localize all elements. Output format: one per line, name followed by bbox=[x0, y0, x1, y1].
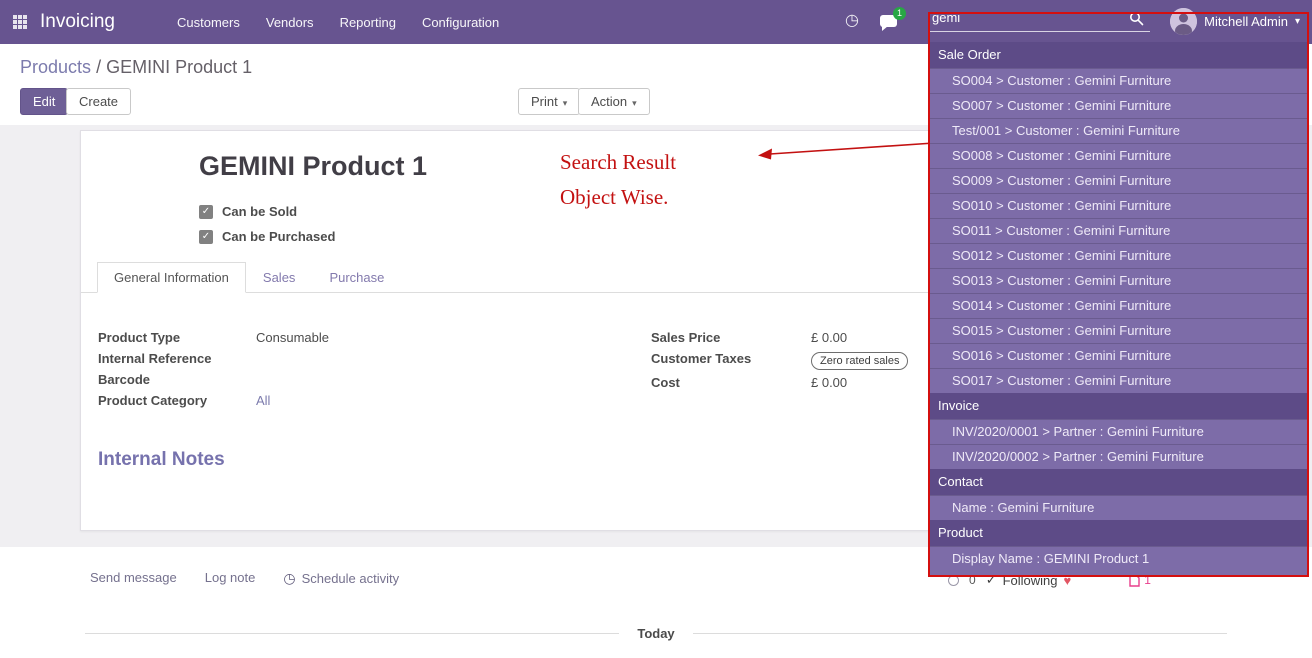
can-be-purchased-checkbox[interactable]: ✓ Can be Purchased bbox=[199, 229, 335, 244]
field-label: Customer Taxes bbox=[651, 351, 811, 370]
annotation-arrow bbox=[752, 136, 938, 164]
divider-line bbox=[693, 633, 1227, 634]
search-result-item[interactable]: SO004 > Customer : Gemini Furniture bbox=[930, 68, 1307, 93]
breadcrumb: Products / GEMINI Product 1 bbox=[20, 57, 252, 78]
message-count-badge: 1 bbox=[893, 7, 906, 20]
search-result-item[interactable]: INV/2020/0001 > Partner : Gemini Furnitu… bbox=[930, 419, 1307, 444]
action-dropdown-button[interactable]: Action▾ bbox=[578, 88, 650, 115]
search-icon[interactable] bbox=[1129, 11, 1144, 26]
today-label: Today bbox=[637, 626, 674, 641]
annotation-line-1: Search Result bbox=[560, 145, 676, 180]
search-result-item[interactable]: SO009 > Customer : Gemini Furniture bbox=[930, 168, 1307, 193]
search-result-item[interactable]: SO007 > Customer : Gemini Furniture bbox=[930, 93, 1307, 118]
search-result-item[interactable]: SO012 > Customer : Gemini Furniture bbox=[930, 243, 1307, 268]
search-result-item[interactable]: SO015 > Customer : Gemini Furniture bbox=[930, 318, 1307, 343]
left-field-group: Product Type Consumable Internal Referen… bbox=[98, 330, 568, 414]
user-name: Mitchell Admin bbox=[1204, 14, 1288, 29]
log-note-button[interactable]: Log note bbox=[205, 570, 256, 587]
chevron-down-icon: ▾ bbox=[1295, 16, 1300, 27]
apps-grid-icon[interactable] bbox=[13, 15, 27, 29]
field-label: Product Category bbox=[98, 393, 256, 409]
today-divider: Today bbox=[85, 626, 1227, 641]
breadcrumb-current: GEMINI Product 1 bbox=[106, 57, 252, 77]
breadcrumb-separator: / bbox=[96, 57, 101, 77]
field-label: Sales Price bbox=[651, 330, 811, 346]
group-header-sale-order: Sale Order bbox=[930, 42, 1307, 68]
menu-item-configuration[interactable]: Configuration bbox=[422, 15, 499, 30]
search-result-item[interactable]: Display Name : GEMINI Product 1 bbox=[930, 546, 1307, 571]
field-value: £ 0.00 bbox=[811, 330, 847, 346]
can-be-purchased-label: Can be Purchased bbox=[222, 229, 335, 244]
send-message-button[interactable]: Send message bbox=[90, 570, 177, 587]
can-be-sold-checkbox[interactable]: ✓ Can be Sold bbox=[199, 204, 297, 219]
search-result-item[interactable]: SO011 > Customer : Gemini Furniture bbox=[930, 218, 1307, 243]
edit-button[interactable]: Edit bbox=[20, 88, 68, 115]
activity-clock-icon[interactable]: ◷ bbox=[845, 13, 859, 29]
field-label: Barcode bbox=[98, 372, 256, 388]
search-result-item[interactable]: SO013 > Customer : Gemini Furniture bbox=[930, 268, 1307, 293]
global-search-input[interactable] bbox=[930, 8, 1150, 32]
create-button[interactable]: Create bbox=[66, 88, 131, 115]
tab-general-information[interactable]: General Information bbox=[97, 262, 246, 293]
annotation-line-2: Object Wise. bbox=[560, 180, 676, 215]
checkbox-checked-icon: ✓ bbox=[199, 230, 213, 244]
annotation-text: Search Result Object Wise. bbox=[560, 145, 676, 215]
menu-item-customers[interactable]: Customers bbox=[177, 15, 240, 30]
search-result-item[interactable]: INV/2020/0002 > Partner : Gemini Furnitu… bbox=[930, 444, 1307, 469]
breadcrumb-products-link[interactable]: Products bbox=[20, 57, 91, 77]
main-menu: Customers Vendors Reporting Configuratio… bbox=[177, 15, 499, 30]
follower-count: 0 bbox=[969, 573, 976, 587]
can-be-sold-label: Can be Sold bbox=[222, 204, 297, 219]
customer-tax-pill[interactable]: Zero rated sales bbox=[811, 352, 908, 370]
field-label: Internal Reference bbox=[98, 351, 256, 367]
notebook-tabs: General Information Sales Purchase bbox=[97, 262, 401, 293]
invoicing-app-window: Invoicing Customers Vendors Reporting Co… bbox=[0, 0, 1312, 658]
field-label: Product Type bbox=[98, 330, 256, 346]
schedule-activity-button[interactable]: ◷ Schedule activity bbox=[283, 570, 399, 587]
field-barcode: Barcode bbox=[98, 372, 568, 388]
field-internal-reference: Internal Reference bbox=[98, 351, 568, 367]
internal-notes-heading: Internal Notes bbox=[98, 449, 225, 471]
group-header-contact: Contact bbox=[930, 469, 1307, 495]
search-result-item[interactable]: SO016 > Customer : Gemini Furniture bbox=[930, 343, 1307, 368]
chevron-down-icon: ▾ bbox=[563, 98, 568, 108]
avatar bbox=[1170, 8, 1197, 35]
chatter-actions: Send message Log note ◷ Schedule activit… bbox=[90, 570, 399, 587]
attachment-icon bbox=[1129, 574, 1140, 587]
field-product-type: Product Type Consumable bbox=[98, 330, 568, 346]
search-results-dropdown: Sale Order SO004 > Customer : Gemini Fur… bbox=[930, 42, 1307, 575]
menu-item-vendors[interactable]: Vendors bbox=[266, 15, 314, 30]
checkbox-checked-icon: ✓ bbox=[199, 205, 213, 219]
attachments-button[interactable]: 1 bbox=[1129, 573, 1151, 587]
search-result-item[interactable]: SO008 > Customer : Gemini Furniture bbox=[930, 143, 1307, 168]
messages-icon[interactable]: 1 bbox=[880, 15, 897, 27]
field-product-category: Product Category All bbox=[98, 393, 568, 409]
tab-purchase[interactable]: Purchase bbox=[312, 262, 401, 293]
product-title: GEMINI Product 1 bbox=[199, 151, 427, 182]
menu-item-reporting[interactable]: Reporting bbox=[340, 15, 396, 30]
search-results-highlight-box: Sale Order SO004 > Customer : Gemini Fur… bbox=[928, 12, 1309, 577]
field-value: £ 0.00 bbox=[811, 375, 847, 391]
app-title[interactable]: Invoicing bbox=[40, 11, 115, 33]
attachment-count: 1 bbox=[1144, 573, 1151, 587]
search-result-item[interactable]: Name : Gemini Furniture bbox=[930, 495, 1307, 520]
top-navbar: Invoicing Customers Vendors Reporting Co… bbox=[0, 0, 1312, 44]
product-category-link[interactable]: All bbox=[256, 393, 270, 409]
followers-icon[interactable] bbox=[948, 575, 959, 586]
global-search bbox=[930, 8, 1150, 34]
user-menu[interactable]: Mitchell Admin ▾ bbox=[1170, 8, 1300, 35]
tab-sales[interactable]: Sales bbox=[246, 262, 313, 293]
print-dropdown-button[interactable]: Print▾ bbox=[518, 88, 580, 115]
search-result-item[interactable]: Test/001 > Customer : Gemini Furniture bbox=[930, 118, 1307, 143]
chevron-down-icon: ▾ bbox=[632, 98, 637, 108]
search-result-item[interactable]: SO010 > Customer : Gemini Furniture bbox=[930, 193, 1307, 218]
search-result-item[interactable]: SO014 > Customer : Gemini Furniture bbox=[930, 293, 1307, 318]
search-result-item[interactable]: SO017 > Customer : Gemini Furniture bbox=[930, 368, 1307, 393]
field-label: Cost bbox=[651, 375, 811, 391]
divider-line bbox=[85, 633, 619, 634]
clock-icon: ◷ bbox=[283, 570, 295, 587]
group-header-invoice: Invoice bbox=[930, 393, 1307, 419]
field-value: Consumable bbox=[256, 330, 329, 346]
group-header-product: Product bbox=[930, 520, 1307, 546]
